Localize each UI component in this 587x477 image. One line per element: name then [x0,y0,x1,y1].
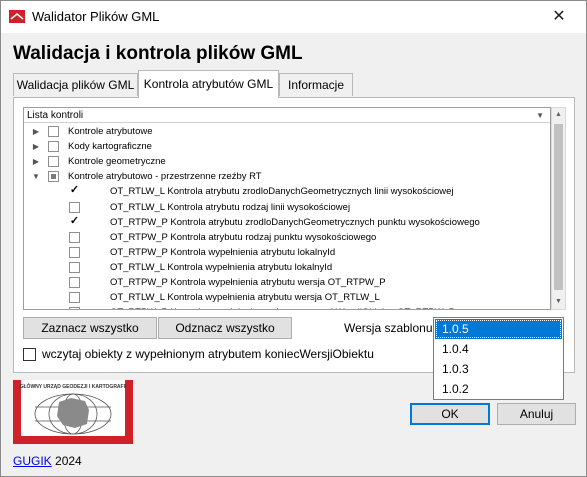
close-button[interactable]: ✕ [549,7,569,27]
window-title: Walidator Plików GML [32,9,160,24]
scroll-down-icon[interactable]: ▼ [552,295,565,309]
collapsed-arrow-icon[interactable]: ▶ [32,125,40,139]
tree-row-label: OT_RTPW_P Kontrola atrybutu rodzaj punkt… [110,231,377,243]
tree-row[interactable]: OT_RTLW_L Kontrola wypełnienia atrybutu … [24,261,550,275]
tree-row-label: OT_RTLW_L Kontrola atrybutu zrodloDanych… [110,186,454,198]
tree-scrollbar[interactable]: ▲ ▼ [551,107,566,310]
tree-row[interactable]: ▶ Kontrole geometryczne [24,155,550,169]
gugik-link[interactable]: GUGIK [13,454,52,468]
tree-row-label: OT_RTPW_P Kontrola wypełnienia atrybutu … [110,306,455,309]
deselect-all-button[interactable]: Odznacz wszystko [158,317,292,339]
tree-row-label: Kontrole atrybutowo - przestrzenne rzeźb… [68,171,262,183]
version-option[interactable]: 1.0.3 [435,359,562,379]
gugik-logo: GŁÓWNY URZĄD GEODEZJI I KARTOGRAFII [13,380,133,444]
tree-row-label: Kontrole atrybutowe [68,126,153,137]
tab-walidacja[interactable]: Walidacja plików GML [13,73,138,96]
tree-row-checkbox[interactable] [69,292,80,304]
footer-year: 2024 [55,454,82,468]
cancel-button[interactable]: Anuluj [497,403,576,425]
tree-row-label: Kontrole geometryczne [68,156,166,168]
tree-row-checkbox[interactable] [48,126,59,137]
tree-row-checkbox[interactable]: ✓ [69,215,80,228]
tree-header-label: Lista kontroli [27,110,84,121]
tree-row-label: OT_RTPW_P Kontrola atrybutu zrodloDanych… [110,216,480,228]
scroll-thumb[interactable] [554,124,563,290]
tree-row[interactable]: OT_RTLW_L Kontrola atrybutu rodzaj linii… [24,201,550,215]
tree-row[interactable]: OT_RTPW_P Kontrola wypełnienia atrybutu … [24,276,550,290]
title-bar[interactable]: Walidator Plików GML ✕ [1,1,586,33]
tree-row-checkbox[interactable] [69,246,80,258]
tree-row[interactable]: OT_RTPW_P Kontrola wypełnienia atrybutu … [24,246,550,260]
tree-row-checkbox[interactable] [69,261,80,273]
expanded-arrow-icon[interactable]: ▼ [32,170,40,184]
tree-row[interactable]: OT_RTPW_P Kontrola wypełnienia atrybutu … [24,306,550,309]
collapsed-arrow-icon[interactable]: ▶ [32,155,40,169]
control-tree[interactable]: Lista kontroli ▼ ▶ Kontrole atrybutowe ▶ Ko… [23,107,551,310]
tree-row-label: OT_RTLW_L Kontrola wypełnienia atrybutu … [110,292,380,304]
load-objects-label: wczytaj obiekty z wypełnionym atrybutem … [42,347,374,361]
tree-row[interactable]: ✓ OT_RTLW_L Kontrola atrybutu zrodloDanyc… [24,185,550,199]
tree-row-checkbox[interactable] [69,277,80,288]
tree-row-checkbox[interactable] [48,171,59,183]
sort-down-icon: ▼ [536,111,544,120]
app-icon [9,10,25,23]
version-option[interactable]: 1.0.4 [435,339,562,359]
tree-row-checkbox[interactable] [48,141,59,153]
select-all-button[interactable]: Zaznacz wszystko [23,317,157,339]
tree-row-label: OT_RTPW_P Kontrola wypełnienia atrybutu … [110,277,386,288]
tree-row[interactable]: OT_RTPW_P Kontrola atrybutu rodzaj punkt… [24,231,550,245]
collapsed-arrow-icon[interactable]: ▶ [32,140,40,154]
tree-row-checkbox[interactable] [69,231,80,243]
tree-row-label: OT_RTLW_L Kontrola wypełnienia atrybutu … [110,261,333,273]
tree-row-label: Kody kartograficzne [68,141,152,153]
load-objects-checkbox[interactable] [23,348,36,361]
ok-button[interactable]: OK [410,403,490,425]
scroll-up-icon[interactable]: ▲ [552,108,565,122]
tree-row-label: OT_RTLW_L Kontrola atrybutu rodzaj linii… [110,201,351,213]
tree-row[interactable]: ✓ OT_RTPW_P Kontrola atrybutu zrodloDanyc… [24,215,550,230]
footer: GUGIK 2024 [13,454,82,468]
template-version-dropdown[interactable]: 1.0.5 1.0.4 1.0.3 1.0.2 [433,317,564,400]
svg-text:GŁÓWNY URZĄD GEODEZJI I KARTOG: GŁÓWNY URZĄD GEODEZJI I KARTOGRAFII [20,382,127,390]
tree-row-checkbox[interactable] [48,156,59,168]
tree-row[interactable]: ▶ Kontrole atrybutowe [24,125,550,139]
version-option[interactable]: 1.0.2 [435,379,562,399]
tree-row-checkbox[interactable] [69,201,80,213]
app-window: Walidator Plików GML ✕ Walidacja i kontr… [0,0,587,477]
tree-header[interactable]: Lista kontroli ▼ [24,108,550,123]
page-title: Walidacja i kontrola plików GML [13,43,303,64]
tab-informacje[interactable]: Informacje [279,73,353,96]
tree-row[interactable]: OT_RTLW_L Kontrola wypełnienia atrybutu … [24,291,550,305]
tab-kontrola-atrybutow[interactable]: Kontrola atrybutów GML [138,70,279,98]
tree-row-checkbox[interactable]: ✓ [69,185,80,197]
version-option[interactable]: 1.0.5 [435,319,562,339]
tree-row-label: OT_RTPW_P Kontrola wypełnienia atrybutu … [110,246,336,258]
tree-row[interactable]: ▶ Kody kartograficzne [24,140,550,154]
tree-row[interactable]: ▼ Kontrole atrybutowo - przestrzenne rzeź… [24,170,550,184]
tree-row-checkbox[interactable] [69,307,80,309]
template-version-label: Wersja szablonu: [344,321,436,335]
